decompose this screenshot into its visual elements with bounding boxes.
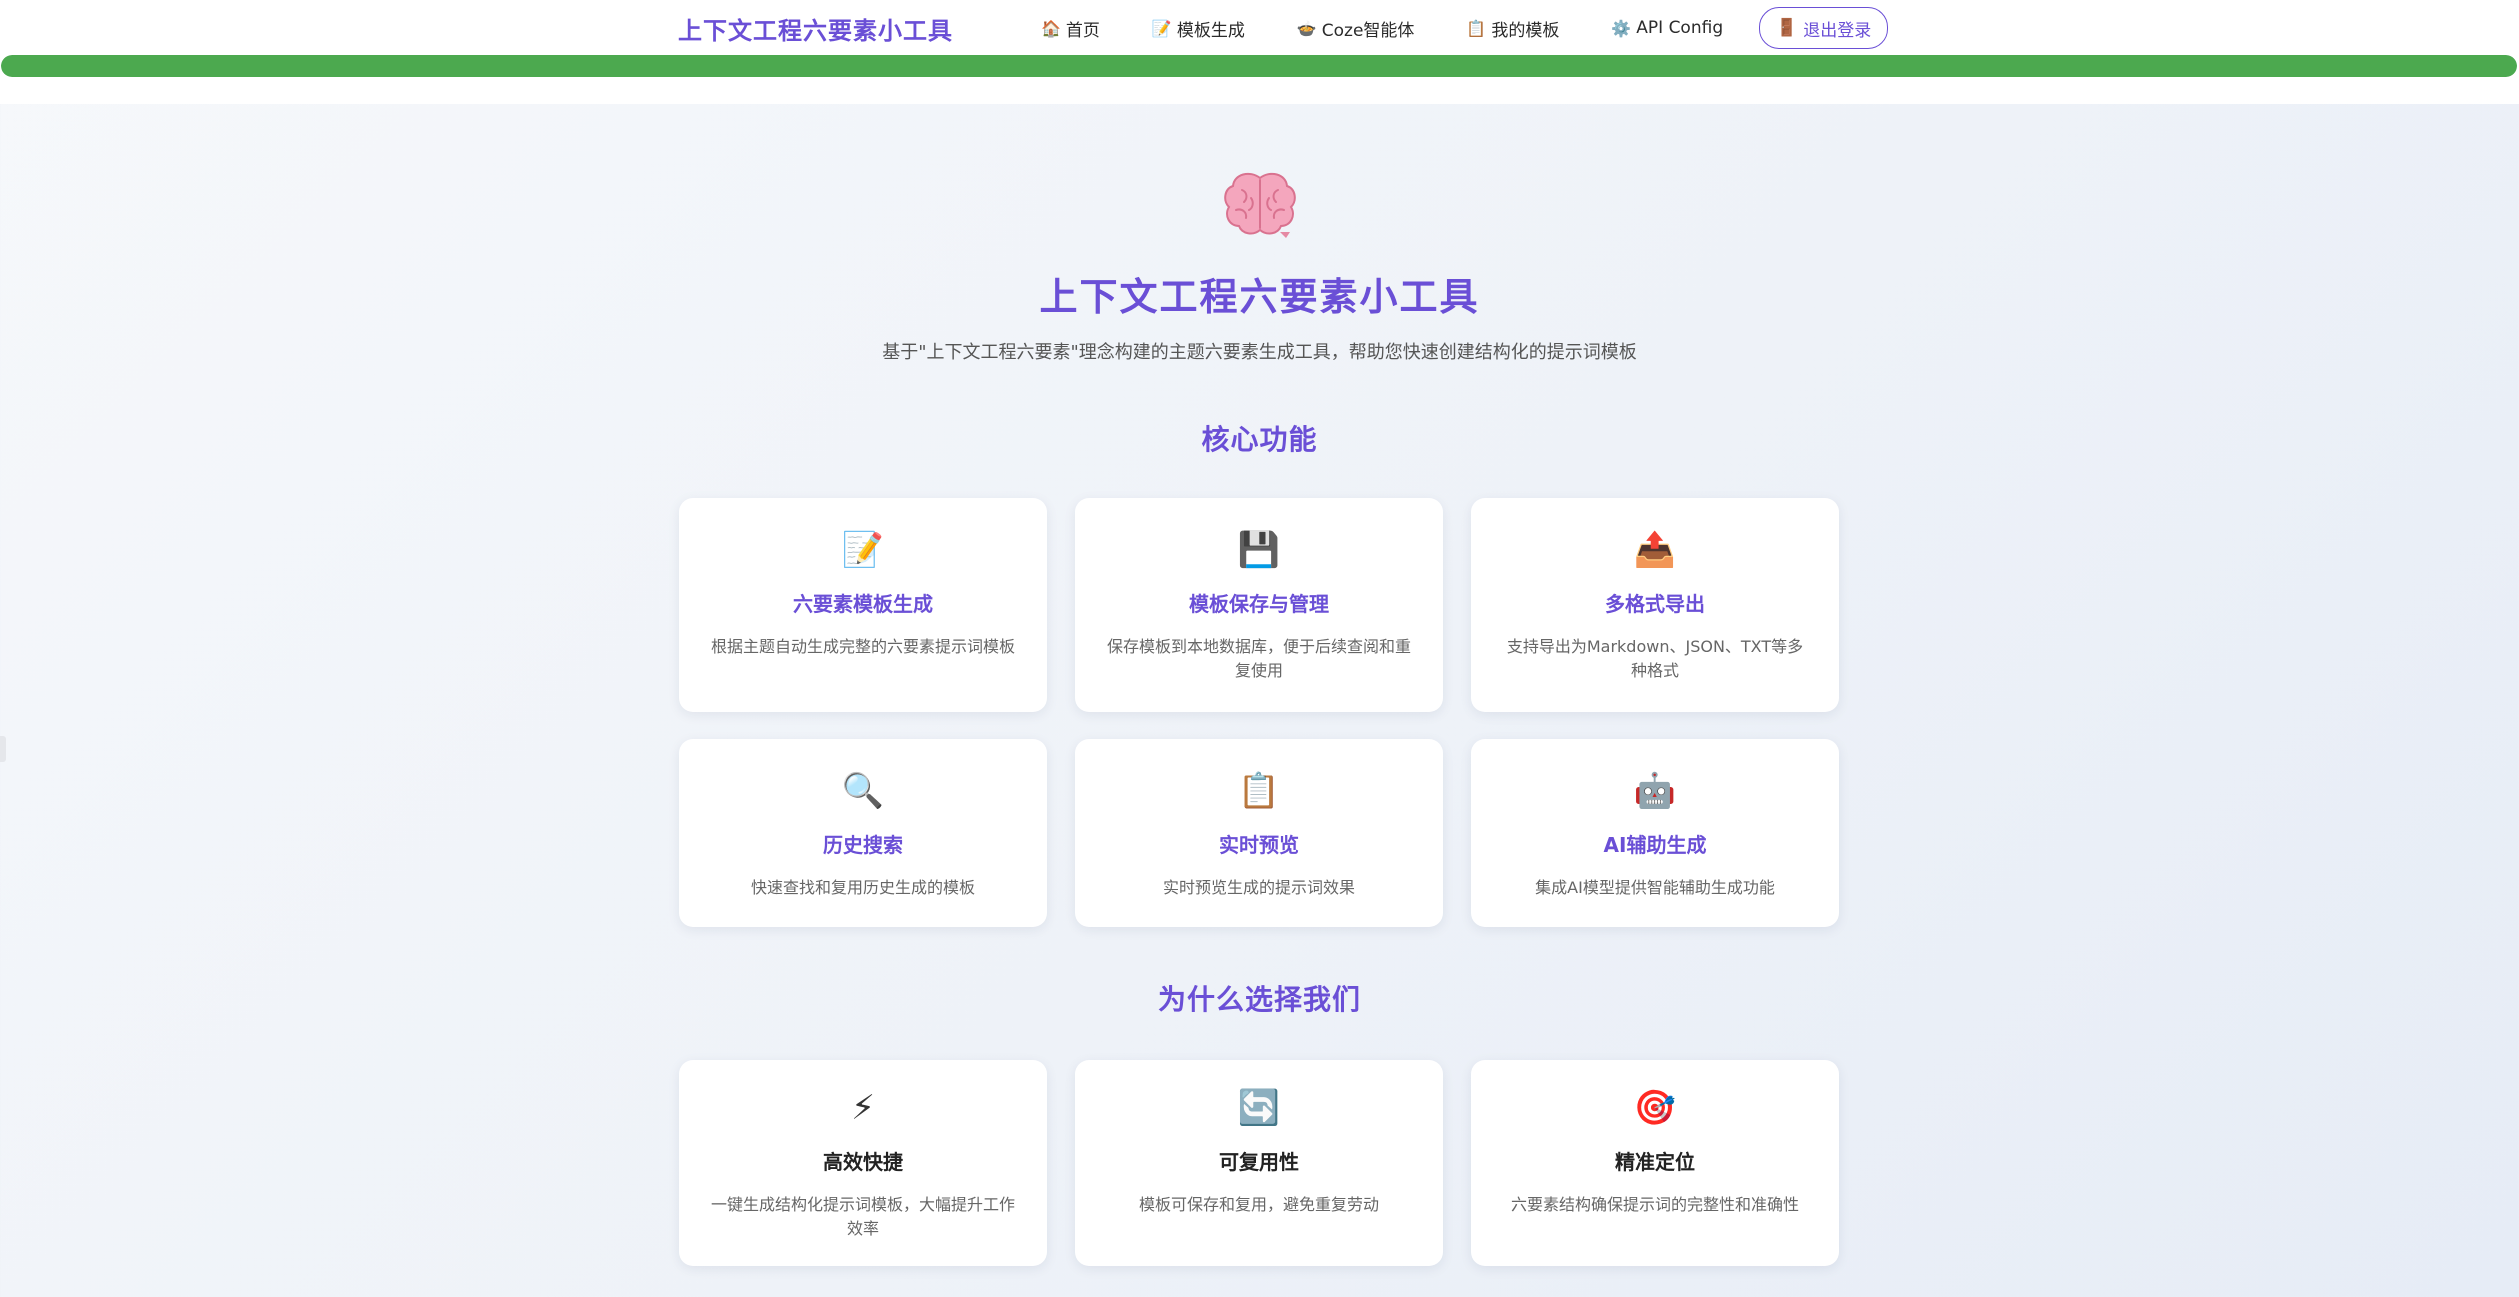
left-edge-handle[interactable] <box>0 736 6 762</box>
pot-icon: 🍲 <box>1296 18 1317 38</box>
nav-link-label: 我的模板 <box>1491 20 1560 41</box>
floppy-disk-icon: 💾 <box>1237 530 1281 570</box>
feature-card-title: 实时预览 <box>1219 833 1299 857</box>
nav-link-label: Coze智能体 <box>1321 20 1415 41</box>
hero-subtitle: 基于"上下文工程六要素"理念构建的主题六要素生成工具，帮助您快速创建结构化的提示… <box>882 342 1637 363</box>
top-navbar: 上下文工程六要素小工具 🏠 首页 📝 模板生成 🍲 Coze智能体 📋 我的模板… <box>0 0 2519 104</box>
why-card-desc: 一键生成结构化提示词模板，大幅提升工作效率 <box>710 1195 1015 1238</box>
feature-card-desc: 根据主题自动生成完整的六要素提示词模板 <box>710 637 1015 656</box>
logout-label: 退出登录 <box>1803 20 1872 41</box>
nav-link-api-config[interactable]: ⚙️ API Config <box>1611 18 1723 38</box>
nav-link-coze-agent[interactable]: 🍲 Coze智能体 <box>1297 16 1415 41</box>
feature-card-title: AI辅助生成 <box>1603 833 1707 857</box>
why-card-precise: 🎯 精准定位 六要素结构确保提示词的完整性和准确性 <box>1471 1060 1839 1266</box>
why-card-title: 可复用性 <box>1219 1150 1299 1174</box>
notebook-icon: 📋 <box>1466 18 1487 38</box>
section-title-core-features: 核心功能 <box>1201 423 1318 456</box>
memo-icon: 📝 <box>1151 18 1172 38</box>
feature-card-desc: 支持导出为Markdown、JSON、TXT等多种格式 <box>1506 637 1804 680</box>
feature-card-history-search[interactable]: 🔍 历史搜索 快速查找和复用历史生成的模板 <box>679 739 1047 927</box>
feature-card-ai-assist[interactable]: 🤖 AI辅助生成 集成AI模型提供智能辅助生成功能 <box>1471 739 1839 927</box>
nav-link-label: 模板生成 <box>1176 20 1245 41</box>
feature-card-title: 模板保存与管理 <box>1189 592 1329 616</box>
section-title-why-us: 为什么选择我们 <box>1157 983 1361 1016</box>
nav-link-template-generate[interactable]: 📝 模板生成 <box>1152 16 1245 41</box>
why-card-title: 高效快捷 <box>823 1150 903 1174</box>
nav-link-label: 首页 <box>1065 20 1100 41</box>
progress-fill <box>1 55 2517 77</box>
feature-card-desc: 实时预览生成的提示词效果 <box>1162 878 1355 897</box>
why-card-efficient: ⚡ 高效快捷 一键生成结构化提示词模板，大幅提升工作效率 <box>679 1060 1047 1266</box>
nav-link-home[interactable]: 🏠 首页 <box>1041 16 1100 41</box>
feature-card-title: 多格式导出 <box>1605 592 1705 616</box>
why-card-reusable: 🔄 可复用性 模板可保存和复用，避免重复劳动 <box>1075 1060 1443 1266</box>
target-icon: 🎯 <box>1633 1088 1677 1128</box>
feature-card-title: 历史搜索 <box>823 833 903 857</box>
progress-bar <box>1 55 2517 77</box>
why-card-desc: 模板可保存和复用，避免重复劳动 <box>1138 1195 1379 1214</box>
nav-link-my-templates[interactable]: 📋 我的模板 <box>1466 16 1559 41</box>
memo-icon: 📝 <box>841 530 885 570</box>
brain-icon <box>1224 172 1296 238</box>
feature-card-desc: 快速查找和复用历史生成的模板 <box>750 878 975 897</box>
logout-button[interactable]: 🚪 退出登录 <box>1759 7 1889 49</box>
feature-card-desc: 保存模板到本地数据库，便于后续查阅和重复使用 <box>1106 637 1411 680</box>
magnifier-icon: 🔍 <box>841 771 885 811</box>
refresh-icon: 🔄 <box>1237 1088 1281 1128</box>
why-card-title: 精准定位 <box>1615 1150 1695 1174</box>
clipboard-icon: 📋 <box>1237 771 1281 811</box>
outbox-icon: 📤 <box>1633 530 1677 570</box>
hero-title: 上下文工程六要素小工具 <box>1039 275 1480 319</box>
feature-card-desc: 集成AI模型提供智能辅助生成功能 <box>1535 878 1775 897</box>
nav-link-label: API Config <box>1636 18 1724 38</box>
nav-links: 🏠 首页 📝 模板生成 🍲 Coze智能体 📋 我的模板 ⚙️ API Conf… <box>1041 7 1889 49</box>
why-card-desc: 六要素结构确保提示词的完整性和准确性 <box>1510 1195 1799 1214</box>
feature-card-template-generation[interactable]: 📝 六要素模板生成 根据主题自动生成完整的六要素提示词模板 <box>679 498 1047 712</box>
navbar-inner: 上下文工程六要素小工具 🏠 首页 📝 模板生成 🍲 Coze智能体 📋 我的模板… <box>678 0 1889 56</box>
brand-title[interactable]: 上下文工程六要素小工具 <box>678 11 953 46</box>
gear-icon: ⚙️ <box>1611 18 1632 38</box>
feature-card-live-preview[interactable]: 📋 实时预览 实时预览生成的提示词效果 <box>1075 739 1443 927</box>
feature-card-title: 六要素模板生成 <box>793 592 933 616</box>
robot-icon: 🤖 <box>1633 771 1677 811</box>
feature-card-template-save[interactable]: 💾 模板保存与管理 保存模板到本地数据库，便于后续查阅和重复使用 <box>1075 498 1443 712</box>
feature-card-multi-export[interactable]: 📤 多格式导出 支持导出为Markdown、JSON、TXT等多种格式 <box>1471 498 1839 712</box>
lightning-icon: ⚡ <box>851 1088 875 1128</box>
home-icon: 🏠 <box>1041 18 1061 38</box>
door-icon: 🚪 <box>1776 18 1798 38</box>
